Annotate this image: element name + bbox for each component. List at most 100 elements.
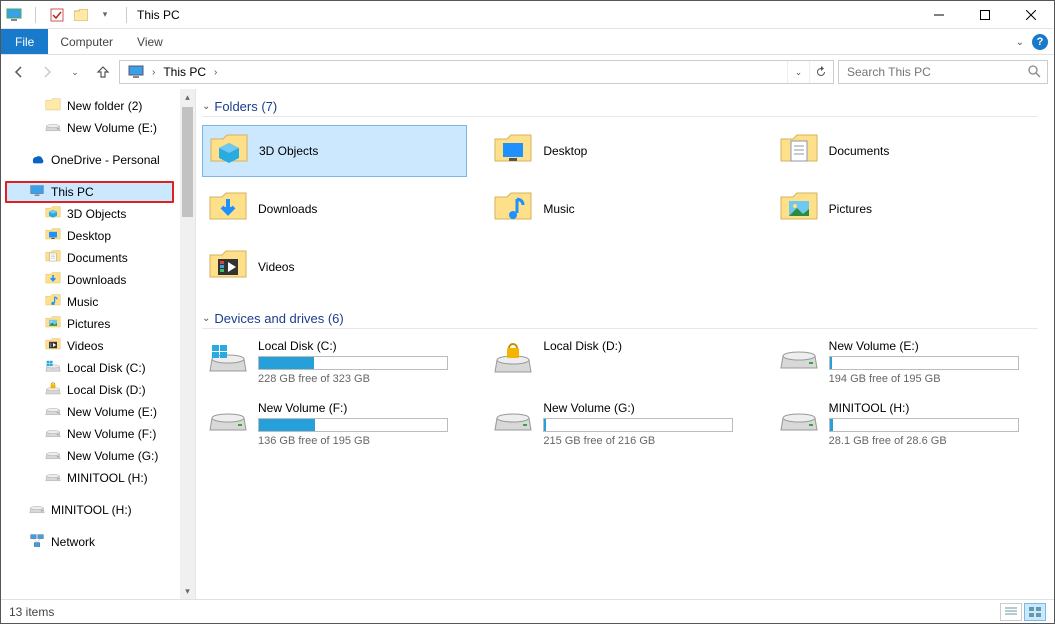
tree-item-label: Pictures	[67, 317, 110, 331]
tree-item-this-pc[interactable]: This PC	[5, 181, 174, 203]
chevron-right-icon[interactable]: ›	[214, 67, 217, 78]
details-view-button[interactable]	[1000, 603, 1022, 621]
help-icon[interactable]: ?	[1032, 34, 1048, 50]
onedrive-icon	[29, 153, 45, 167]
search-icon[interactable]	[1027, 64, 1041, 81]
drive-icon	[45, 471, 61, 485]
close-button[interactable]	[1008, 1, 1054, 29]
back-button[interactable]	[7, 60, 31, 84]
folder-tile[interactable]: Documents	[773, 125, 1038, 177]
folder-tile[interactable]: Downloads	[202, 183, 467, 235]
tree-item-label: MINITOOL (H:)	[51, 503, 132, 517]
drive-free-text: 136 GB free of 195 GB	[258, 435, 461, 447]
tiles-view-button[interactable]	[1024, 603, 1046, 621]
tree-item[interactable]: 3D Objects	[1, 203, 180, 225]
address-icon	[122, 65, 150, 79]
drive-tile[interactable]: New Volume (G:)215 GB free of 216 GB	[487, 399, 752, 455]
search-input[interactable]	[845, 64, 1027, 80]
drives-grid: Local Disk (C:)228 GB free of 323 GB Loca…	[202, 337, 1038, 455]
drives-header-label: Devices and drives (6)	[214, 311, 343, 326]
window-title: This PC	[137, 8, 180, 22]
drive-name: New Volume (G:)	[543, 401, 746, 415]
tree-item[interactable]: Pictures	[1, 313, 180, 335]
desktop-icon	[45, 227, 61, 246]
tree-item-label: Documents	[67, 251, 128, 265]
drive-usage-bar	[543, 418, 733, 432]
tree-item[interactable]: Local Disk (D:)	[1, 379, 180, 401]
qat-dropdown-icon[interactable]: ▾	[96, 6, 114, 24]
drive-tile[interactable]: Local Disk (D:)	[487, 337, 752, 393]
folder-label: Videos	[258, 260, 294, 274]
maximize-button[interactable]	[962, 1, 1008, 29]
properties-icon[interactable]	[48, 6, 66, 24]
drive-icon	[45, 405, 61, 419]
tree-item[interactable]: Documents	[1, 247, 180, 269]
address-bar[interactable]: › This PC › ⌄	[119, 60, 834, 84]
content-pane: ⌄ Folders (7) 3D Objects Desktop Documents…	[196, 89, 1054, 599]
folder-tile[interactable]: Desktop	[487, 125, 752, 177]
tree-item-label: New folder (2)	[67, 99, 142, 113]
folder-tile[interactable]: Videos	[202, 241, 467, 293]
new-folder-icon[interactable]	[72, 6, 90, 24]
downloads-icon	[208, 189, 248, 229]
tree-item[interactable]: MINITOOL (H:)	[1, 499, 180, 521]
drive-name: MINITOOL (H:)	[829, 401, 1032, 415]
forward-button[interactable]	[35, 60, 59, 84]
tree-item[interactable]: New Volume (F:)	[1, 423, 180, 445]
tree-item[interactable]: Desktop	[1, 225, 180, 247]
tree-item[interactable]: New Volume (E:)	[1, 401, 180, 423]
drive-tile[interactable]: MINITOOL (H:)28.1 GB free of 28.6 GB	[773, 399, 1038, 455]
tree-item[interactable]: Local Disk (C:)	[1, 357, 180, 379]
explorer-window: ▾ This PC File Computer View ⌄ ? ⌄ › Thi	[0, 0, 1055, 624]
tree-item[interactable]: MINITOOL (H:)	[1, 467, 180, 489]
drive-tile[interactable]: Local Disk (C:)228 GB free of 323 GB	[202, 337, 467, 393]
breadcrumb-item[interactable]: This PC	[157, 65, 212, 79]
drive-free-text: 228 GB free of 323 GB	[258, 373, 461, 385]
folder-label: Downloads	[258, 202, 317, 216]
recent-dropdown-icon[interactable]: ⌄	[63, 60, 87, 84]
tree-item-label: Local Disk (D:)	[67, 383, 146, 397]
tree-item[interactable]: Music	[1, 291, 180, 313]
minimize-button[interactable]	[916, 1, 962, 29]
tree-item[interactable]: Videos	[1, 335, 180, 357]
drive-usage-bar	[829, 356, 1019, 370]
tree-item[interactable]: New folder (2)	[1, 95, 180, 117]
folder-tile[interactable]: Music	[487, 183, 752, 235]
tree-item-label: Videos	[67, 339, 103, 353]
tree-item-label: Network	[51, 535, 95, 549]
folders-group-header[interactable]: ⌄ Folders (7)	[202, 99, 1038, 117]
lockdrive-icon	[45, 382, 61, 399]
scroll-down-icon[interactable]: ▾	[180, 583, 195, 599]
search-box[interactable]	[838, 60, 1048, 84]
file-tab[interactable]: File	[1, 29, 48, 54]
tree-item-label: New Volume (E:)	[67, 121, 157, 135]
drive-tile[interactable]: New Volume (E:)194 GB free of 195 GB	[773, 337, 1038, 393]
tree-item[interactable]: New Volume (G:)	[1, 445, 180, 467]
tree-item[interactable]: New Volume (E:)	[1, 117, 180, 139]
pc-icon	[5, 6, 23, 24]
music-icon	[493, 189, 533, 229]
view-tab[interactable]: View	[125, 29, 175, 54]
folder-tile[interactable]: Pictures	[773, 183, 1038, 235]
pc-icon	[29, 184, 45, 201]
drive-icon	[45, 449, 61, 463]
chevron-right-icon[interactable]: ›	[152, 67, 155, 78]
up-button[interactable]	[91, 60, 115, 84]
folder-label: Pictures	[829, 202, 872, 216]
tree-item[interactable]: Downloads	[1, 269, 180, 291]
tree-item[interactable]: Network	[1, 531, 180, 553]
computer-tab[interactable]: Computer	[48, 29, 125, 54]
refresh-icon[interactable]	[809, 61, 831, 83]
address-dropdown-icon[interactable]: ⌄	[787, 61, 809, 83]
ribbon-expand-icon[interactable]: ⌄	[1016, 37, 1024, 48]
drive-tile[interactable]: New Volume (F:)136 GB free of 195 GB	[202, 399, 467, 455]
tree-item-label: OneDrive - Personal	[51, 153, 160, 167]
music-icon	[45, 293, 61, 312]
title-bar: ▾ This PC	[1, 1, 1054, 29]
folders-grid: 3D Objects Desktop Documents Downloads Music…	[202, 125, 1038, 293]
tree-item[interactable]: OneDrive - Personal	[1, 149, 180, 171]
pictures-icon	[45, 315, 61, 334]
tree-item-label: New Volume (G:)	[67, 449, 158, 463]
folder-tile[interactable]: 3D Objects	[202, 125, 467, 177]
drives-group-header[interactable]: ⌄ Devices and drives (6)	[202, 311, 1038, 329]
